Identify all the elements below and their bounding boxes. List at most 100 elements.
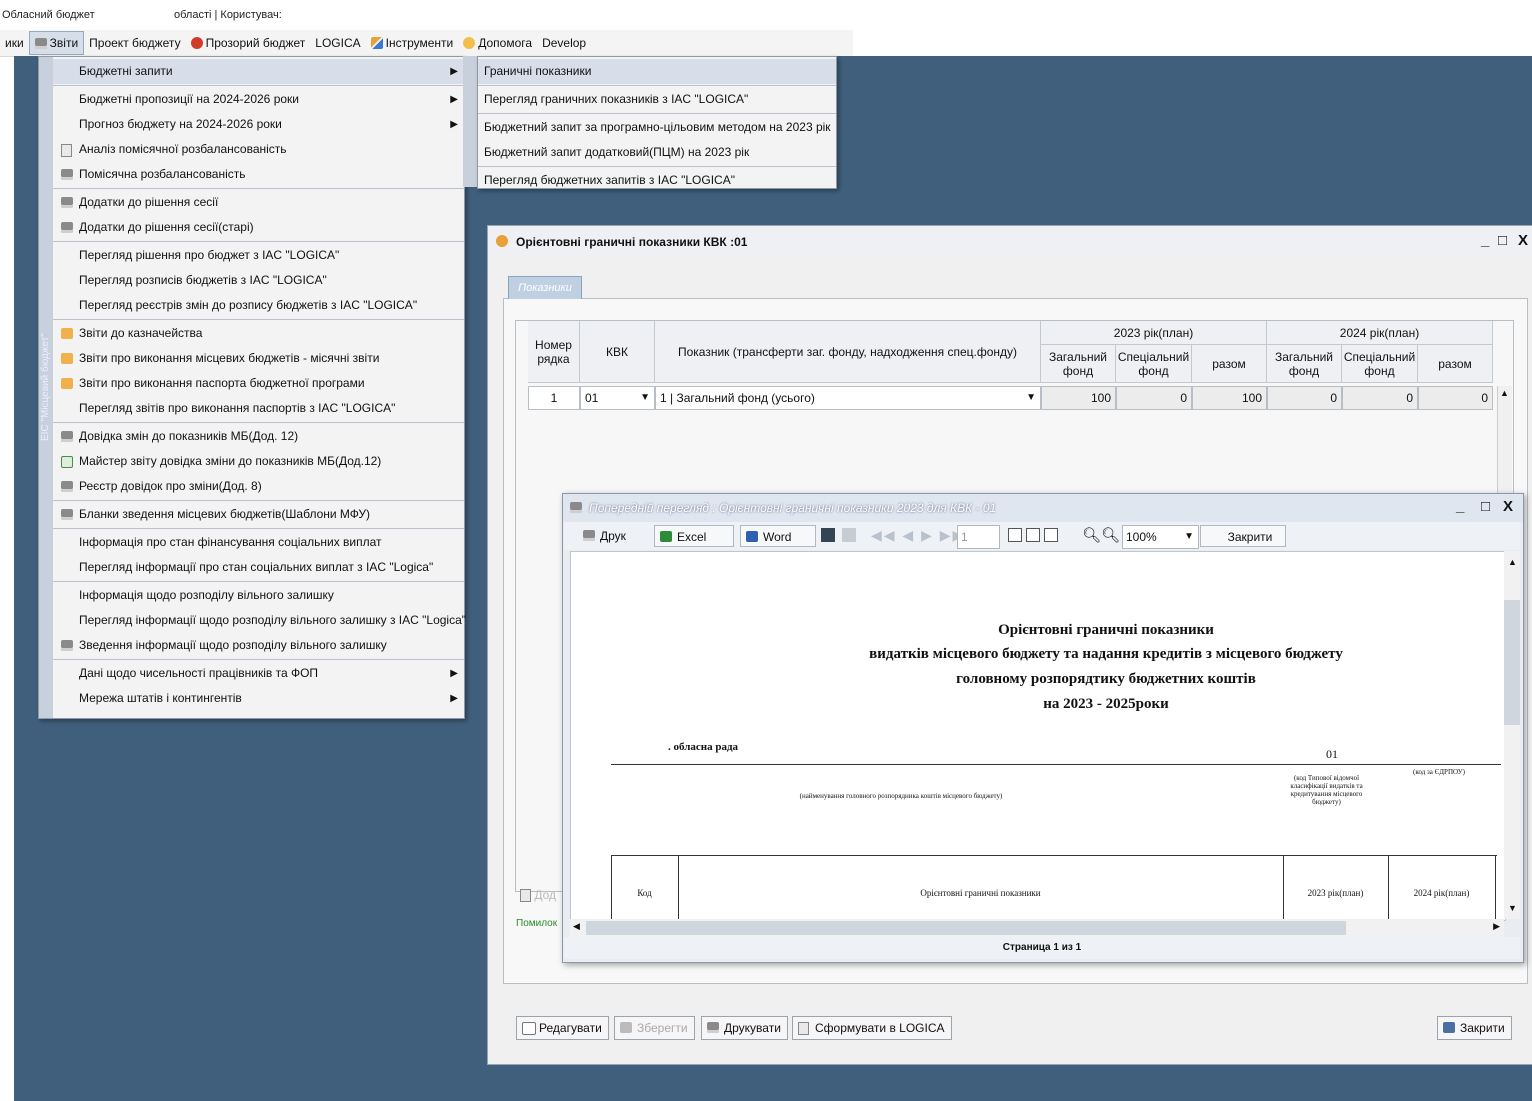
menu-item-session-appendices-old[interactable]: Додатки до рішення сесії(старі) — [53, 215, 464, 240]
menu-item-free-balance-summary[interactable]: Зведення інформації щодо розподілу вільн… — [53, 633, 464, 658]
close-button[interactable]: X — [1518, 232, 1528, 249]
indicators-window-titlebar[interactable]: Орієнтовні граничні показники КВК :01 _ … — [488, 226, 1532, 258]
preview-horizontal-scroll-thumb[interactable] — [586, 921, 1346, 935]
save-icon[interactable] — [821, 528, 835, 542]
menu-separator — [53, 85, 464, 86]
preview-close-toolbar-button[interactable]: Закрити — [1200, 525, 1286, 547]
menu-item-view-free-balance[interactable]: Перегляд інформації щодо розподілу вільн… — [53, 608, 466, 633]
add-button-hidden[interactable]: Дод — [516, 883, 566, 907]
doc-organization: . обласна рада — [668, 741, 739, 753]
form-in-logica-button[interactable]: Сформувати в LOGICA — [792, 1016, 952, 1040]
header-total-2023: разом — [1192, 345, 1267, 383]
scroll-down-icon[interactable]: ▼ — [1508, 903, 1517, 913]
menu-separator — [53, 319, 464, 320]
preview-window-titlebar[interactable]: Попередній перегляд : Орієнтовні граничн… — [563, 494, 1523, 522]
submenu-item-view-budget-requests[interactable]: Перегляд бюджетних запитів з IAC "LOGICA… — [478, 168, 836, 193]
submenu-item-program-request[interactable]: Бюджетний запит за програмно-цільовим ме… — [478, 115, 836, 140]
export-excel-button[interactable]: Excel — [654, 525, 734, 547]
scroll-left-icon[interactable]: ◀ — [573, 921, 580, 932]
preview-vertical-scroll-thumb[interactable] — [1504, 600, 1520, 725]
dropdown-arrow-icon[interactable]: ▼ — [640, 387, 650, 409]
menu-item-staff-network[interactable]: Мережа штатів і контингентів ▶ — [53, 686, 464, 711]
dropdown-arrow-icon[interactable]: ▼ — [1026, 387, 1036, 409]
edit-button[interactable]: Редагувати — [516, 1016, 609, 1040]
menu-reports[interactable]: Звіти — [28, 31, 85, 55]
full-page-icon[interactable] — [1044, 528, 1058, 542]
menu-item-passport-execution-reports[interactable]: Звіти про виконання паспорта бюджетної п… — [53, 371, 464, 396]
cell-indicator[interactable]: 1 | Загальний фонд (усього) ▼ — [655, 386, 1041, 410]
cell-general-2023[interactable]: 100 — [1041, 386, 1116, 410]
menu-item-free-balance-info[interactable]: Інформація щодо розподілу вільного залиш… — [53, 583, 464, 608]
preview-maximize-button[interactable]: □ — [1481, 498, 1490, 515]
menu-transparent-budget[interactable]: Прозорий бюджет — [186, 32, 311, 54]
print-icon — [61, 169, 73, 180]
cell-total-2024[interactable]: 0 — [1418, 386, 1493, 410]
export-word-button[interactable]: Word — [740, 525, 816, 547]
print-button[interactable]: Друкувати — [701, 1016, 788, 1040]
menu-item-view-budget-schedules[interactable]: Перегляд розписів бюджетів з IAC "LOGICA… — [53, 268, 464, 293]
cell-general-2024[interactable]: 0 — [1267, 386, 1342, 410]
zoom-select[interactable]: 100% ▼ — [1122, 525, 1199, 549]
cell-total-2023[interactable]: 100 — [1192, 386, 1267, 410]
preview-close-button[interactable]: X — [1503, 498, 1513, 515]
print-icon — [61, 509, 73, 520]
zoom-in-icon[interactable]: 🔍︎ — [1082, 526, 1101, 544]
preview-print-button[interactable]: Друк — [578, 525, 632, 547]
cell-kvk[interactable]: 01 ▼ — [580, 386, 655, 410]
menu-item-monthly-imbalance-analysis[interactable]: Аналіз помісячної розбалансованість — [53, 137, 464, 162]
scroll-right-icon[interactable]: ▶ — [1493, 921, 1500, 932]
menu-item-view-schedule-changes[interactable]: Перегляд реєстрів змін до розпису бюджет… — [53, 293, 464, 318]
cell-special-2023[interactable]: 0 — [1116, 386, 1192, 410]
menu-help[interactable]: Допомога — [458, 32, 537, 54]
preview-minimize-button[interactable]: _ — [1456, 498, 1464, 515]
zoom-out-icon[interactable]: 🔍︎ — [1101, 526, 1120, 544]
page-navigation-arrows-icon[interactable]: ◀◀ ◀ ▶ ▶▶ — [871, 527, 965, 544]
menu-item-changes-certificate[interactable]: Довідка змін до показників МБ(Дод. 12) — [53, 424, 464, 449]
menu-item-budget-requests[interactable]: Бюджетні запити ▶ — [53, 59, 464, 84]
menu-separator — [53, 528, 464, 529]
menu-separator — [478, 166, 836, 167]
cell-row-number[interactable]: 1 — [528, 386, 580, 410]
tab-indicators[interactable]: Показники — [508, 276, 582, 299]
menu-item-monthly-execution-reports[interactable]: Звіти про виконання місцевих бюджетів - … — [53, 346, 464, 371]
menu-item-consolidation-forms[interactable]: Бланки зведення місцевих бюджетів(Шаблон… — [53, 502, 464, 527]
save-button[interactable]: Зберегти — [614, 1016, 695, 1040]
page-width-icon[interactable] — [1026, 528, 1040, 542]
menu-item-view-social-payments[interactable]: Перегляд інформації про стан соціальних … — [53, 555, 464, 580]
menu-item-view-passport-reports[interactable]: Перегляд звітів про виконання паспортів … — [53, 396, 464, 421]
menu-item-session-appendices[interactable]: Додатки до рішення сесії — [53, 190, 464, 215]
submenu-item-limit-indicators[interactable]: Граничні показники — [478, 59, 836, 84]
menu-item-monthly-imbalance[interactable]: Помісячна розбалансованість — [53, 162, 464, 187]
minimize-button[interactable]: _ — [1481, 232, 1489, 249]
close-window-button[interactable]: Закрити — [1437, 1016, 1512, 1040]
menu-tools[interactable]: Інструменти — [366, 32, 459, 54]
table-icon — [61, 378, 73, 389]
print-icon — [34, 37, 47, 49]
menu-item-treasury-reports[interactable]: Звіти до казначейства — [53, 321, 464, 346]
single-page-icon[interactable] — [1008, 528, 1022, 542]
menu-item-changes-certificate-wizard[interactable]: Майстер звіту довідка зміни до показникі… — [53, 449, 464, 474]
scroll-up-icon[interactable]: ▲ — [1508, 557, 1517, 567]
submenu-item-view-limit-indicators[interactable]: Перегляд граничних показників з IAC "LOG… — [478, 87, 836, 112]
transparent-budget-icon — [190, 37, 203, 49]
header-total-2024: разом — [1418, 345, 1493, 383]
disabled-icon — [842, 528, 856, 542]
menu-item-view-budget-decision[interactable]: Перегляд рішення про бюджет з IAC "LOGIC… — [53, 243, 464, 268]
preview-window-title: Попередній перегляд : Орієнтовні граничн… — [589, 501, 997, 515]
page-number-input[interactable]: 1 — [957, 525, 1000, 549]
cell-special-2024[interactable]: 0 — [1342, 386, 1418, 410]
submenu-item-additional-request[interactable]: Бюджетний запит додатковий(ПЦМ) на 2023 … — [478, 140, 836, 165]
menu-item-social-payments-info[interactable]: Інформація про стан фінансування соціаль… — [53, 530, 464, 555]
document-icon — [61, 144, 72, 157]
menu-develop[interactable]: Develop — [537, 32, 591, 54]
menu-budget-project[interactable]: Проект бюджету — [84, 32, 185, 54]
maximize-button[interactable]: □ — [1498, 232, 1507, 249]
chevron-down-icon[interactable]: ▼ — [1184, 526, 1194, 548]
menu-partial[interactable]: ики — [0, 32, 29, 54]
menu-item-staff-data[interactable]: Дані щодо чисельності працівників та ФОП… — [53, 661, 464, 686]
menu-item-budget-proposals[interactable]: Бюджетні пропозиції на 2024-2026 роки ▶ — [53, 87, 464, 112]
menu-logica[interactable]: LOGICA — [310, 32, 365, 54]
menu-item-budget-forecast[interactable]: Прогноз бюджету на 2024-2026 роки ▶ — [53, 112, 464, 137]
app-title-right: області | Користувач: — [174, 9, 282, 21]
menu-item-certificates-register[interactable]: Реєстр довідок про зміни(Дод. 8) — [53, 474, 464, 499]
